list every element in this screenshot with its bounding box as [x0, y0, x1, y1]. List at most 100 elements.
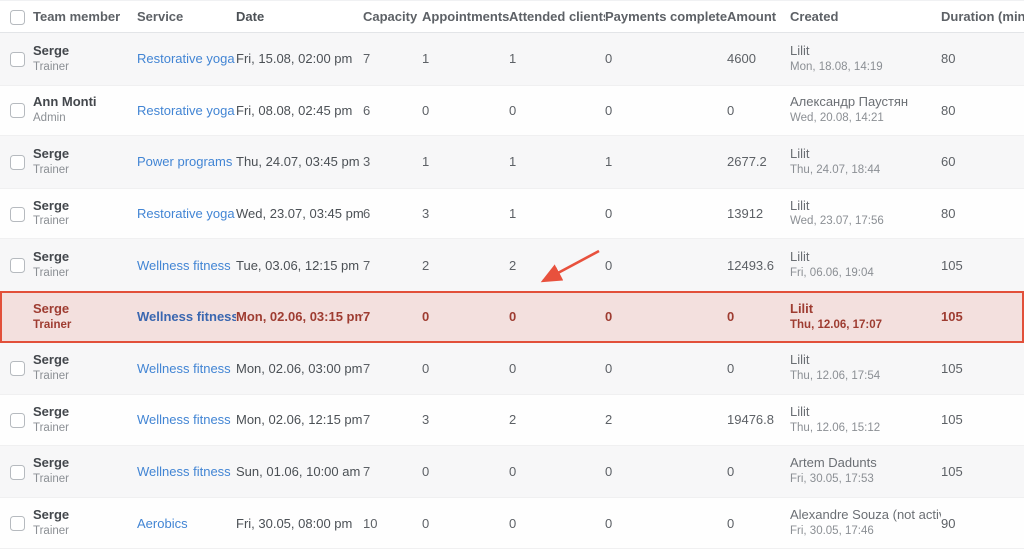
column-header-amount: Amount	[727, 9, 790, 24]
attended-clients-cell: 0	[509, 516, 605, 531]
attended-clients-cell: 0	[509, 464, 605, 479]
service-link[interactable]: Restorative yoga	[137, 206, 235, 221]
appointments-cell: 1	[422, 51, 509, 66]
column-header-appts: Appointments	[422, 9, 509, 24]
duration-cell: 90	[941, 516, 1024, 531]
row-checkbox-cell	[0, 412, 33, 428]
table-row[interactable]: Serge Trainer Wellness fitness Tue, 03.0…	[0, 239, 1024, 291]
appointments-table: Team memberServiceDateCapacityAppointmen…	[0, 0, 1024, 549]
created-at-date: Wed, 23.07, 17:56	[790, 215, 935, 228]
row-checkbox-cell	[0, 360, 33, 376]
row-checkbox[interactable]	[10, 465, 25, 480]
amount-cell: 0	[727, 464, 790, 479]
payments-completed-cell: 0	[605, 103, 727, 118]
table-row[interactable]: Serge Trainer Wellness fitness Mon, 02.0…	[0, 343, 1024, 395]
created-by-name: Lilit	[790, 44, 935, 59]
table-row[interactable]: Serge Trainer Restorative yoga Fri, 15.0…	[0, 33, 1024, 85]
service-link[interactable]: Wellness fitness	[137, 309, 236, 324]
row-checkbox[interactable]	[10, 207, 25, 222]
team-member-name: Serge	[33, 456, 131, 471]
column-header-duration: Duration (min.)	[941, 9, 1024, 24]
amount-cell: 12493.6	[727, 258, 790, 273]
row-checkbox[interactable]	[10, 155, 25, 170]
payments-completed-cell: 0	[605, 464, 727, 479]
created-at-date: Thu, 12.06, 17:54	[790, 370, 935, 383]
table-row[interactable]: Serge Trainer Restorative yoga Wed, 23.0…	[0, 188, 1024, 240]
column-header-capacity: Capacity	[363, 9, 422, 24]
table-row[interactable]: Serge Trainer Wellness fitness Sun, 01.0…	[0, 446, 1024, 498]
created-by-name: Lilit	[790, 405, 935, 420]
team-member-name: Serge	[33, 44, 131, 59]
table-row[interactable]: Serge Trainer Aerobics Fri, 30.05, 08:00…	[0, 497, 1024, 549]
service-link[interactable]: Restorative yoga	[137, 103, 235, 118]
service-link[interactable]: Wellness fitness	[137, 464, 231, 479]
created-by-name: Lilit	[790, 302, 935, 317]
service-link[interactable]: Aerobics	[137, 516, 188, 531]
select-all-cell	[0, 8, 33, 24]
created-cell: Alexandre Souza (not active) Fri, 30.05,…	[790, 508, 941, 538]
duration-cell: 60	[941, 154, 1024, 169]
service-cell: Restorative yoga	[137, 103, 236, 118]
service-link[interactable]: Wellness fitness	[137, 258, 231, 273]
attended-clients-cell: 1	[509, 206, 605, 221]
row-checkbox[interactable]	[10, 258, 25, 273]
date-cell: Thu, 24.07, 03:45 pm	[236, 154, 363, 169]
column-header-attended: Attended clients	[509, 9, 605, 24]
payments-completed-cell: 0	[605, 309, 727, 324]
team-member-cell: Serge Trainer	[33, 44, 137, 74]
team-member-role: Admin	[33, 112, 131, 125]
capacity-cell: 10	[363, 516, 422, 531]
column-header-created: Created	[790, 9, 941, 24]
date-cell: Fri, 30.05, 08:00 pm	[236, 516, 363, 531]
created-by-name: Lilit	[790, 199, 935, 214]
service-link[interactable]: Wellness fitness	[137, 361, 231, 376]
team-member-cell: Serge Trainer	[33, 250, 137, 280]
table-row[interactable]: Serge Trainer Power programs Thu, 24.07,…	[0, 136, 1024, 188]
service-cell: Restorative yoga	[137, 51, 236, 66]
table-row[interactable]: Ann Monti Admin Restorative yoga Fri, 08…	[0, 85, 1024, 137]
team-member-cell: Serge Trainer	[33, 147, 137, 177]
table-body: Serge Trainer Restorative yoga Fri, 15.0…	[0, 33, 1024, 549]
column-header-date: Date	[236, 9, 363, 24]
service-link[interactable]: Restorative yoga	[137, 51, 235, 66]
created-cell: Lilit Wed, 23.07, 17:56	[790, 199, 941, 229]
team-member-cell: Serge Trainer	[33, 508, 137, 538]
created-cell: Lilit Thu, 12.06, 15:12	[790, 405, 941, 435]
capacity-cell: 7	[363, 258, 422, 273]
team-member-name: Serge	[33, 405, 131, 420]
table-row[interactable]: Serge Trainer Wellness fitness Mon, 02.0…	[0, 394, 1024, 446]
date-cell: Mon, 02.06, 03:00 pm	[236, 361, 363, 376]
amount-cell: 2677.2	[727, 154, 790, 169]
service-cell: Power programs	[137, 154, 236, 169]
payments-completed-cell: 0	[605, 51, 727, 66]
row-checkbox[interactable]	[10, 361, 25, 376]
service-cell: Restorative yoga	[137, 206, 236, 221]
attended-clients-cell: 2	[509, 412, 605, 427]
created-by-name: Lilit	[790, 353, 935, 368]
team-member-name: Serge	[33, 199, 131, 214]
appointments-cell: 0	[422, 516, 509, 531]
service-link[interactable]: Power programs	[137, 154, 232, 169]
created-cell: Lilit Thu, 24.07, 18:44	[790, 147, 941, 177]
row-checkbox[interactable]	[10, 413, 25, 428]
service-cell: Wellness fitness	[137, 412, 236, 427]
service-link[interactable]: Wellness fitness	[137, 412, 231, 427]
select-all-checkbox[interactable]	[10, 10, 25, 25]
capacity-cell: 7	[363, 412, 422, 427]
row-checkbox[interactable]	[10, 516, 25, 531]
team-member-role: Trainer	[33, 422, 131, 435]
capacity-cell: 7	[363, 51, 422, 66]
created-cell: Lilit Fri, 06.06, 19:04	[790, 250, 941, 280]
attended-clients-cell: 2	[509, 258, 605, 273]
appointments-cell: 3	[422, 206, 509, 221]
row-checkbox[interactable]	[10, 103, 25, 118]
duration-cell: 80	[941, 51, 1024, 66]
attended-clients-cell: 0	[509, 361, 605, 376]
created-by-name: Александр Паустян	[790, 95, 935, 110]
team-member-cell: Serge Trainer	[33, 199, 137, 229]
table-row[interactable]: Serge Trainer Wellness fitness Mon, 02.0…	[0, 291, 1024, 343]
appointments-cell: 0	[422, 361, 509, 376]
capacity-cell: 7	[363, 361, 422, 376]
row-checkbox[interactable]	[10, 52, 25, 67]
payments-completed-cell: 2	[605, 412, 727, 427]
